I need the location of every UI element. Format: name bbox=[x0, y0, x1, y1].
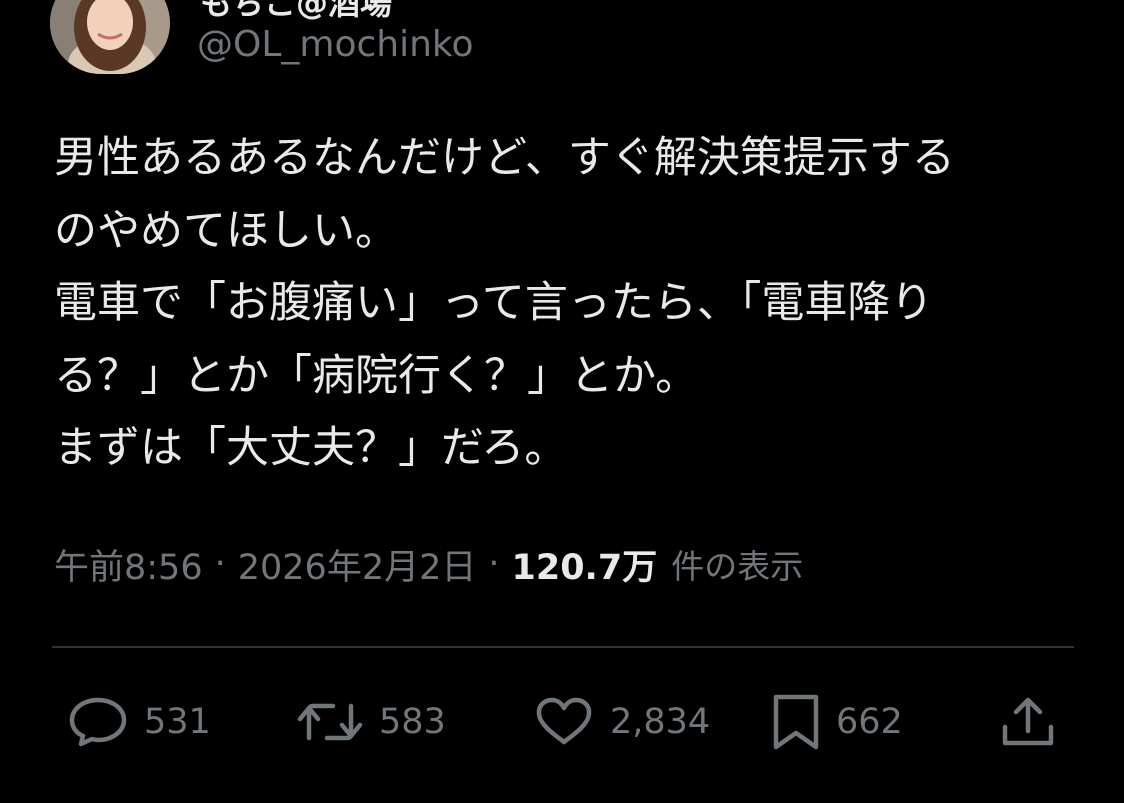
tweet-line: 電車で「お腹痛い」って言ったら、「電車降り bbox=[54, 278, 934, 328]
bookmark-count: 662 bbox=[836, 702, 903, 742]
share-icon bbox=[1002, 697, 1054, 747]
share-button[interactable] bbox=[1002, 692, 1054, 752]
tweet-line: のやめてほしい。 bbox=[54, 205, 398, 256]
views-count[interactable]: 120.7万 bbox=[512, 539, 658, 590]
meta-separator: · bbox=[488, 544, 500, 584]
reply-button[interactable]: 531 bbox=[68, 692, 211, 752]
reply-icon bbox=[68, 696, 128, 748]
bookmark-icon bbox=[772, 693, 820, 751]
views-label[interactable]: 件の表示 bbox=[671, 540, 803, 588]
meta-separator: · bbox=[214, 544, 226, 584]
tweet-line: る？」とか「病院行く？」とか。 bbox=[54, 350, 699, 401]
like-count: 2,834 bbox=[610, 702, 711, 742]
avatar-photo bbox=[50, 0, 170, 74]
avatar[interactable] bbox=[50, 0, 170, 74]
tweet-time[interactable]: 午前8:56 bbox=[54, 539, 203, 590]
tweet-line: まずは「大丈夫？」だろ。 bbox=[54, 423, 568, 473]
tweet-date[interactable]: 2026年2月2日 bbox=[238, 539, 477, 590]
tweet-line: 男性あるあるなんだけど、すぐ解決策提示する bbox=[54, 133, 955, 183]
heart-icon bbox=[534, 696, 594, 748]
repost-icon bbox=[297, 698, 363, 746]
tweet-text: 男性あるあるなんだけど、すぐ解決策提示する のやめてほしい。 電車で「お腹痛い」… bbox=[54, 122, 1064, 485]
repost-button[interactable]: 583 bbox=[297, 692, 446, 752]
like-button[interactable]: 2,834 bbox=[534, 692, 710, 752]
tweet-meta: 午前8:56 · 2026年2月2日 · 120.7万 件の表示 bbox=[54, 538, 803, 590]
display-name[interactable]: もちこ@酒場 bbox=[200, 0, 392, 24]
bookmark-button[interactable]: 662 bbox=[772, 692, 903, 752]
divider bbox=[52, 646, 1074, 648]
handle[interactable]: @OL_mochinko bbox=[197, 24, 474, 65]
reply-count: 531 bbox=[144, 702, 211, 742]
repost-count: 583 bbox=[379, 702, 446, 742]
